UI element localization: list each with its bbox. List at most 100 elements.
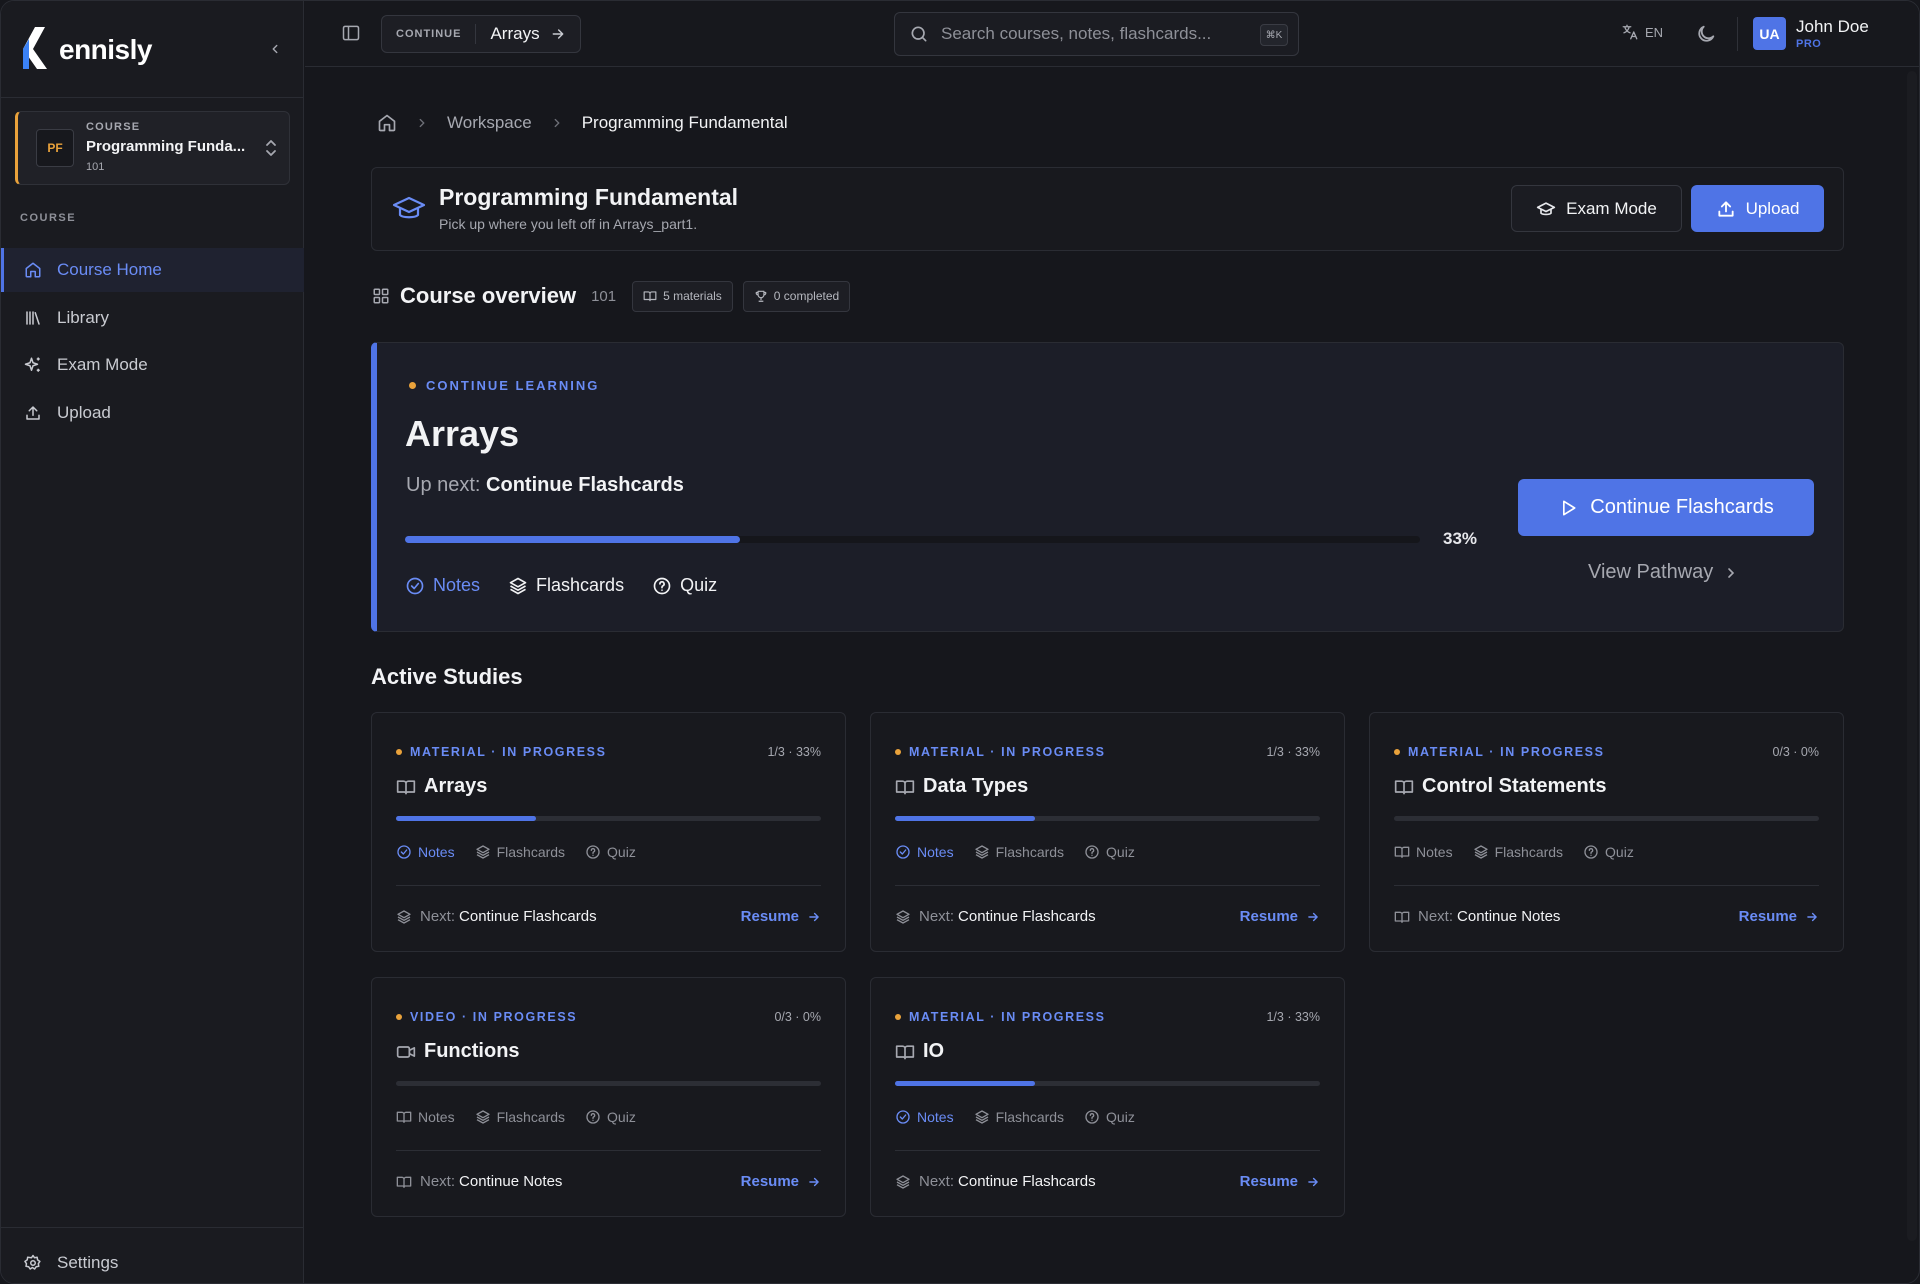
next-label: Next: — [1418, 908, 1454, 925]
upload-button[interactable]: Upload — [1691, 185, 1824, 232]
arrow-right-icon — [807, 910, 821, 924]
search-bar[interactable]: ⌘K — [894, 12, 1299, 56]
step-flashcards[interactable]: Flashcards — [974, 1109, 1064, 1125]
continue-flashcards-button[interactable]: Continue Flashcards — [1518, 479, 1814, 536]
book-icon — [1394, 844, 1410, 860]
home-icon[interactable] — [377, 113, 397, 133]
step-notes[interactable]: Notes — [396, 844, 455, 860]
exam-mode-button[interactable]: Exam Mode — [1511, 185, 1682, 232]
course-badge: PF — [36, 129, 74, 167]
layers-icon — [895, 1174, 911, 1190]
help-circle-icon — [585, 1109, 601, 1125]
brand-name: ennisly — [59, 34, 152, 65]
scrollbar[interactable] — [1907, 71, 1917, 1241]
step-list: Notes Flashcards Quiz — [396, 844, 656, 860]
chevron-right-icon — [419, 118, 425, 128]
page-title: Programming Fundamental — [439, 184, 739, 210]
step-flashcards[interactable]: Flashcards — [508, 575, 624, 596]
step-label: Quiz — [607, 1109, 636, 1125]
step-label: Quiz — [1605, 844, 1634, 860]
study-card-data-types[interactable]: MATERIAL · IN PROGRESS 1/3 · 33% Data Ty… — [870, 712, 1345, 952]
study-card-next: Next: Continue Flashcards — [895, 908, 1096, 925]
sidebar-item-label: Library — [57, 308, 109, 327]
step-quiz[interactable]: Quiz — [585, 844, 636, 860]
study-card-next: Next: Continue Flashcards — [396, 908, 597, 925]
brand-logo[interactable]: ennisly — [21, 23, 152, 73]
step-list: Notes Flashcards Quiz — [396, 1109, 656, 1125]
search-input[interactable] — [941, 24, 1241, 44]
step-flashcards[interactable]: Flashcards — [475, 844, 565, 860]
book-icon — [895, 1042, 915, 1062]
study-card-control-statements[interactable]: MATERIAL · IN PROGRESS 0/3 · 0% Control … — [1369, 712, 1844, 952]
sidebar-item-exam-mode[interactable]: Exam Mode — [1, 343, 304, 387]
step-quiz[interactable]: Quiz — [585, 1109, 636, 1125]
course-switcher[interactable]: PF COURSE Programming Funda... 101 — [15, 111, 290, 185]
continue-button-label: Continue Flashcards — [1590, 496, 1774, 518]
panel-toggle-icon[interactable] — [341, 23, 361, 43]
step-notes[interactable]: Notes — [1394, 844, 1453, 860]
step-notes[interactable]: Notes — [895, 844, 954, 860]
sidebar-item-course-home[interactable]: Course Home — [1, 248, 304, 292]
status-dot — [1394, 749, 1400, 755]
study-card-title: IO — [923, 1040, 945, 1062]
continue-shortcut-button[interactable]: CONTINUE Arrays — [381, 15, 581, 53]
study-card-functions[interactable]: VIDEO · IN PROGRESS 0/3 · 0% Functions N… — [371, 977, 846, 1217]
view-pathway-link[interactable]: View Pathway — [1588, 561, 1739, 584]
sidebar-item-settings[interactable]: Settings — [1, 1241, 304, 1283]
study-card-title: Functions — [424, 1040, 520, 1062]
step-label: Quiz — [1106, 1109, 1135, 1125]
collapse-sidebar-button[interactable] — [263, 37, 287, 61]
study-card-io[interactable]: MATERIAL · IN PROGRESS 1/3 · 33% IO Note… — [870, 977, 1345, 1217]
home-icon — [23, 260, 43, 280]
continue-label: CONTINUE — [382, 24, 477, 44]
arrow-right-icon — [1306, 910, 1320, 924]
step-quiz[interactable]: Quiz — [1084, 1109, 1135, 1125]
step-quiz[interactable]: Quiz — [1583, 844, 1634, 860]
study-card-arrays[interactable]: MATERIAL · IN PROGRESS 1/3 · 33% Arrays … — [371, 712, 846, 952]
sidebar-item-library[interactable]: Library — [1, 296, 304, 340]
step-flashcards[interactable]: Flashcards — [974, 844, 1064, 860]
chevron-right-icon — [1728, 567, 1735, 578]
step-label: Notes — [917, 1109, 954, 1125]
graduation-cap-icon — [1536, 201, 1556, 215]
user-name[interactable]: John Doe — [1796, 17, 1869, 37]
study-card-kicker: MATERIAL · IN PROGRESS — [895, 745, 1106, 759]
next-value: Continue Notes — [1457, 908, 1561, 925]
resume-label: Resume — [740, 1173, 799, 1190]
step-label: Notes — [418, 844, 455, 860]
language-switcher[interactable]: EN — [1621, 23, 1663, 41]
study-card-status: MATERIAL · IN PROGRESS — [410, 745, 607, 759]
step-quiz[interactable]: Quiz — [652, 575, 717, 596]
course-header: Programming Fundamental Pick up where yo… — [371, 167, 1844, 251]
up-next-value: Continue Flashcards — [486, 474, 684, 496]
avatar[interactable]: UA — [1753, 17, 1786, 50]
step-flashcards[interactable]: Flashcards — [475, 1109, 565, 1125]
arrow-right-icon — [552, 29, 563, 39]
step-label: Quiz — [607, 844, 636, 860]
step-notes[interactable]: Notes — [895, 1109, 954, 1125]
book-icon — [396, 1109, 412, 1125]
moon-icon[interactable] — [1695, 23, 1717, 45]
study-card-progress-count: 1/3 · 33% — [1266, 745, 1320, 759]
resume-button[interactable]: Resume — [1240, 908, 1320, 925]
resume-button[interactable]: Resume — [1240, 1173, 1320, 1190]
search-shortcut-hint: ⌘K — [1260, 24, 1288, 46]
step-list: Notes Flashcards Quiz — [405, 575, 745, 596]
step-notes[interactable]: Notes — [396, 1109, 455, 1125]
resume-button[interactable]: Resume — [741, 1173, 821, 1190]
continue-title: Arrays — [405, 413, 520, 454]
step-label: Flashcards — [496, 844, 566, 860]
step-notes[interactable]: Notes — [405, 575, 480, 596]
step-quiz[interactable]: Quiz — [1084, 844, 1135, 860]
progress-fill — [895, 1081, 1036, 1086]
breadcrumb-workspace[interactable]: Workspace — [447, 113, 532, 133]
resume-button[interactable]: Resume — [741, 908, 821, 925]
sidebar-divider — [1, 1227, 304, 1228]
resume-button[interactable]: Resume — [1739, 908, 1819, 925]
book-icon — [396, 1174, 412, 1190]
step-flashcards[interactable]: Flashcards — [1473, 844, 1563, 860]
study-card-kicker: MATERIAL · IN PROGRESS — [1394, 745, 1605, 759]
next-value: Continue Flashcards — [459, 908, 597, 925]
sidebar-item-upload[interactable]: Upload — [1, 391, 304, 435]
arrow-right-icon — [1805, 910, 1819, 924]
